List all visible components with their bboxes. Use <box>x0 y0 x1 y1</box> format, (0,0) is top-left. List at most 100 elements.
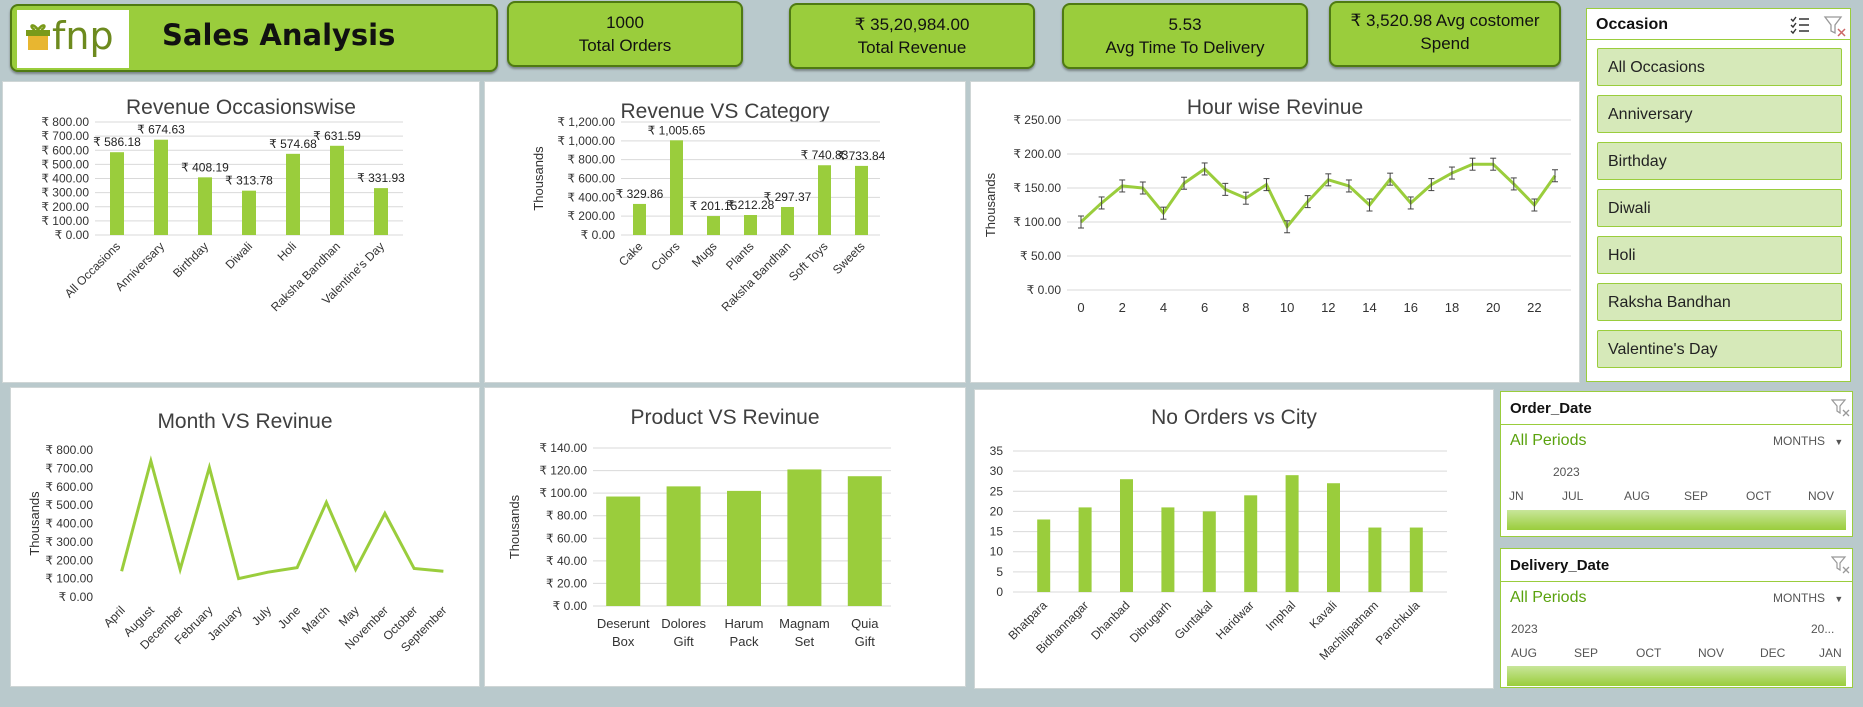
kpi-value: 1000 <box>606 13 644 32</box>
timeline-title: Delivery_Date <box>1510 557 1610 574</box>
chart-orders-city: 05101520253035BhatparaBidhannagarDhanbad… <box>990 444 1447 663</box>
page-title: Sales Analysis <box>162 18 396 52</box>
y-tick-label: ₹ 100.00 <box>539 486 587 500</box>
y-axis-label: Thousands <box>983 172 998 237</box>
y-tick-label: ₹ 0.00 <box>1027 283 1062 297</box>
x-tick-label: Kavali <box>1307 598 1340 631</box>
bar <box>1120 479 1133 592</box>
clear-filter-icon[interactable] <box>1831 555 1851 575</box>
y-tick-label: ₹ 700.00 <box>45 461 93 475</box>
data-label: ₹ 586.18 <box>93 135 141 149</box>
y-tick-label: ₹ 400.00 <box>41 172 89 186</box>
month-label: OCT <box>1746 489 1772 503</box>
year-label: 2023 <box>1511 622 1538 636</box>
y-tick-label: ₹ 120.00 <box>539 464 587 478</box>
month-label: JN <box>1509 489 1524 503</box>
chevron-down-icon: ▼ <box>1834 437 1844 447</box>
kpi-label: Spend <box>1420 34 1470 53</box>
y-tick-label: ₹ 1,200.00 <box>557 115 615 129</box>
y-tick-label: ₹ 100.00 <box>45 572 93 586</box>
x-tick-label: 2 <box>1119 300 1126 315</box>
clear-filter-icon[interactable] <box>1831 398 1851 418</box>
y-tick-label: 35 <box>990 444 1004 458</box>
bar <box>744 215 757 235</box>
month-label: SEP <box>1574 646 1599 660</box>
month-label: JUL <box>1562 489 1584 503</box>
bar <box>1327 483 1340 592</box>
x-tick-label: Quia <box>851 616 879 631</box>
timeline-bar[interactable] <box>1507 666 1846 686</box>
period-label[interactable]: All Periods <box>1510 432 1586 450</box>
chart-month-revenue: ₹ 0.00 ₹ 100.00 ₹ 200.00 ₹ 300.00 ₹ 400.00 ₹ … <box>27 443 449 655</box>
y-tick-label: ₹ 200.00 <box>41 200 89 214</box>
y-axis-label: Thousands <box>507 494 522 559</box>
month-label: AUG <box>1511 646 1538 660</box>
bar <box>1078 507 1092 592</box>
multi-select-icon[interactable] <box>1789 15 1811 35</box>
y-tick-label: ₹ 800.00 <box>41 115 89 129</box>
y-tick-label: ₹ 400.00 <box>567 190 615 204</box>
y-tick-label: ₹ 200.00 <box>45 553 93 567</box>
month-label: DEC <box>1760 646 1786 660</box>
chart-revenue-category: ₹ 0.00 ₹ 200.00 ₹ 400.00 ₹ 600.00 ₹ 800.00 ₹ … <box>531 115 886 314</box>
x-tick-label: 0 <box>1077 300 1084 315</box>
level-dropdown[interactable]: MONTHS ▼ <box>1773 591 1843 605</box>
level-dropdown[interactable]: MONTHS ▼ <box>1773 434 1843 448</box>
order-date-timeline: Order_Date All Periods MONTHS ▼ 2023 JN … <box>1500 391 1853 537</box>
bar <box>1161 507 1175 592</box>
panel-revenue-category: Revenue VS Category ₹ 0.00 ₹ 200.00 ₹ 400.… <box>484 81 966 383</box>
slicer-item-holi[interactable]: Holi <box>1597 236 1842 274</box>
y-tick-label: ₹ 0.00 <box>55 228 90 242</box>
bar <box>330 145 344 235</box>
y-tick-label: ₹ 140.00 <box>539 441 587 455</box>
panel-product-revenue: Product VS Revinue ₹ 0.00 ₹ 20.00 ₹ 40.00 ₹… <box>484 387 966 687</box>
y-tick-label: 0 <box>996 585 1003 599</box>
slicer-item-anniversary[interactable]: Anniversary <box>1597 95 1842 133</box>
bar <box>847 476 882 606</box>
x-tick-label: Box <box>612 634 635 649</box>
x-tick-label: 22 <box>1527 300 1541 315</box>
x-tick-label: 10 <box>1280 300 1294 315</box>
bar <box>707 216 720 235</box>
y-tick-label: ₹ 800.00 <box>567 153 615 167</box>
kpi-avg-delivery: 5.53 Avg Time To Delivery <box>1062 3 1308 69</box>
y-tick-label: ₹ 150.00 <box>1013 181 1061 195</box>
gift-icon <box>26 24 50 50</box>
x-tick-label: Raksha Bandhan <box>719 239 794 314</box>
slicer-item-valentines-day[interactable]: Valentine's Day <box>1597 330 1842 368</box>
slicer-item-raksha-bandhan[interactable]: Raksha Bandhan <box>1597 283 1842 321</box>
y-tick-label: ₹ 600.00 <box>45 480 93 494</box>
level-label: MONTHS <box>1773 591 1825 605</box>
bar <box>633 203 646 235</box>
x-tick-label: 4 <box>1160 300 1167 315</box>
y-tick-label: ₹ 0.00 <box>553 599 588 613</box>
bar <box>286 153 300 235</box>
slicer-item-all-occasions[interactable]: All Occasions <box>1597 48 1842 86</box>
y-axis-label: Thousands <box>27 491 42 556</box>
slicer-item-birthday[interactable]: Birthday <box>1597 142 1842 180</box>
y-tick-label: ₹ 0.00 <box>59 590 94 604</box>
timeline-bar[interactable] <box>1507 510 1846 530</box>
x-tick-label: Deserunt <box>597 616 650 631</box>
clear-filter-icon[interactable] <box>1823 15 1847 37</box>
bar <box>374 188 388 235</box>
period-label[interactable]: All Periods <box>1510 589 1586 607</box>
chart-product-revenue: ₹ 0.00 ₹ 20.00 ₹ 40.00 ₹ 60.00 ₹ 80.00 ₹ 100.… <box>507 441 891 649</box>
y-axis-label: Thousands <box>531 146 546 211</box>
month-label: OCT <box>1636 646 1662 660</box>
slicer-item-diwali[interactable]: Diwali <box>1597 189 1842 227</box>
y-tick-label: ₹ 20.00 <box>546 576 587 590</box>
x-tick-label: Dolores <box>661 616 706 631</box>
x-tick-label: 18 <box>1445 300 1459 315</box>
x-tick-label: 6 <box>1201 300 1208 315</box>
x-tick-label: Imphal <box>1263 598 1298 633</box>
panel-month-revenue: Month VS Revinue ₹ 0.00 ₹ 100.00 ₹ 200.00 ₹… <box>10 387 480 687</box>
y-tick-label: ₹ 1,000.00 <box>557 134 615 148</box>
divider <box>1501 581 1852 582</box>
month-label: SEP <box>1684 489 1709 503</box>
kpi-total-revenue: ₹ 35,20,984.00 Total Revenue <box>789 3 1035 69</box>
y-tick-label: ₹ 600.00 <box>41 143 89 157</box>
x-tick-label: Sweets <box>830 239 868 277</box>
x-tick-label: Guntakal <box>1172 598 1216 642</box>
x-tick-label: July <box>249 603 274 628</box>
